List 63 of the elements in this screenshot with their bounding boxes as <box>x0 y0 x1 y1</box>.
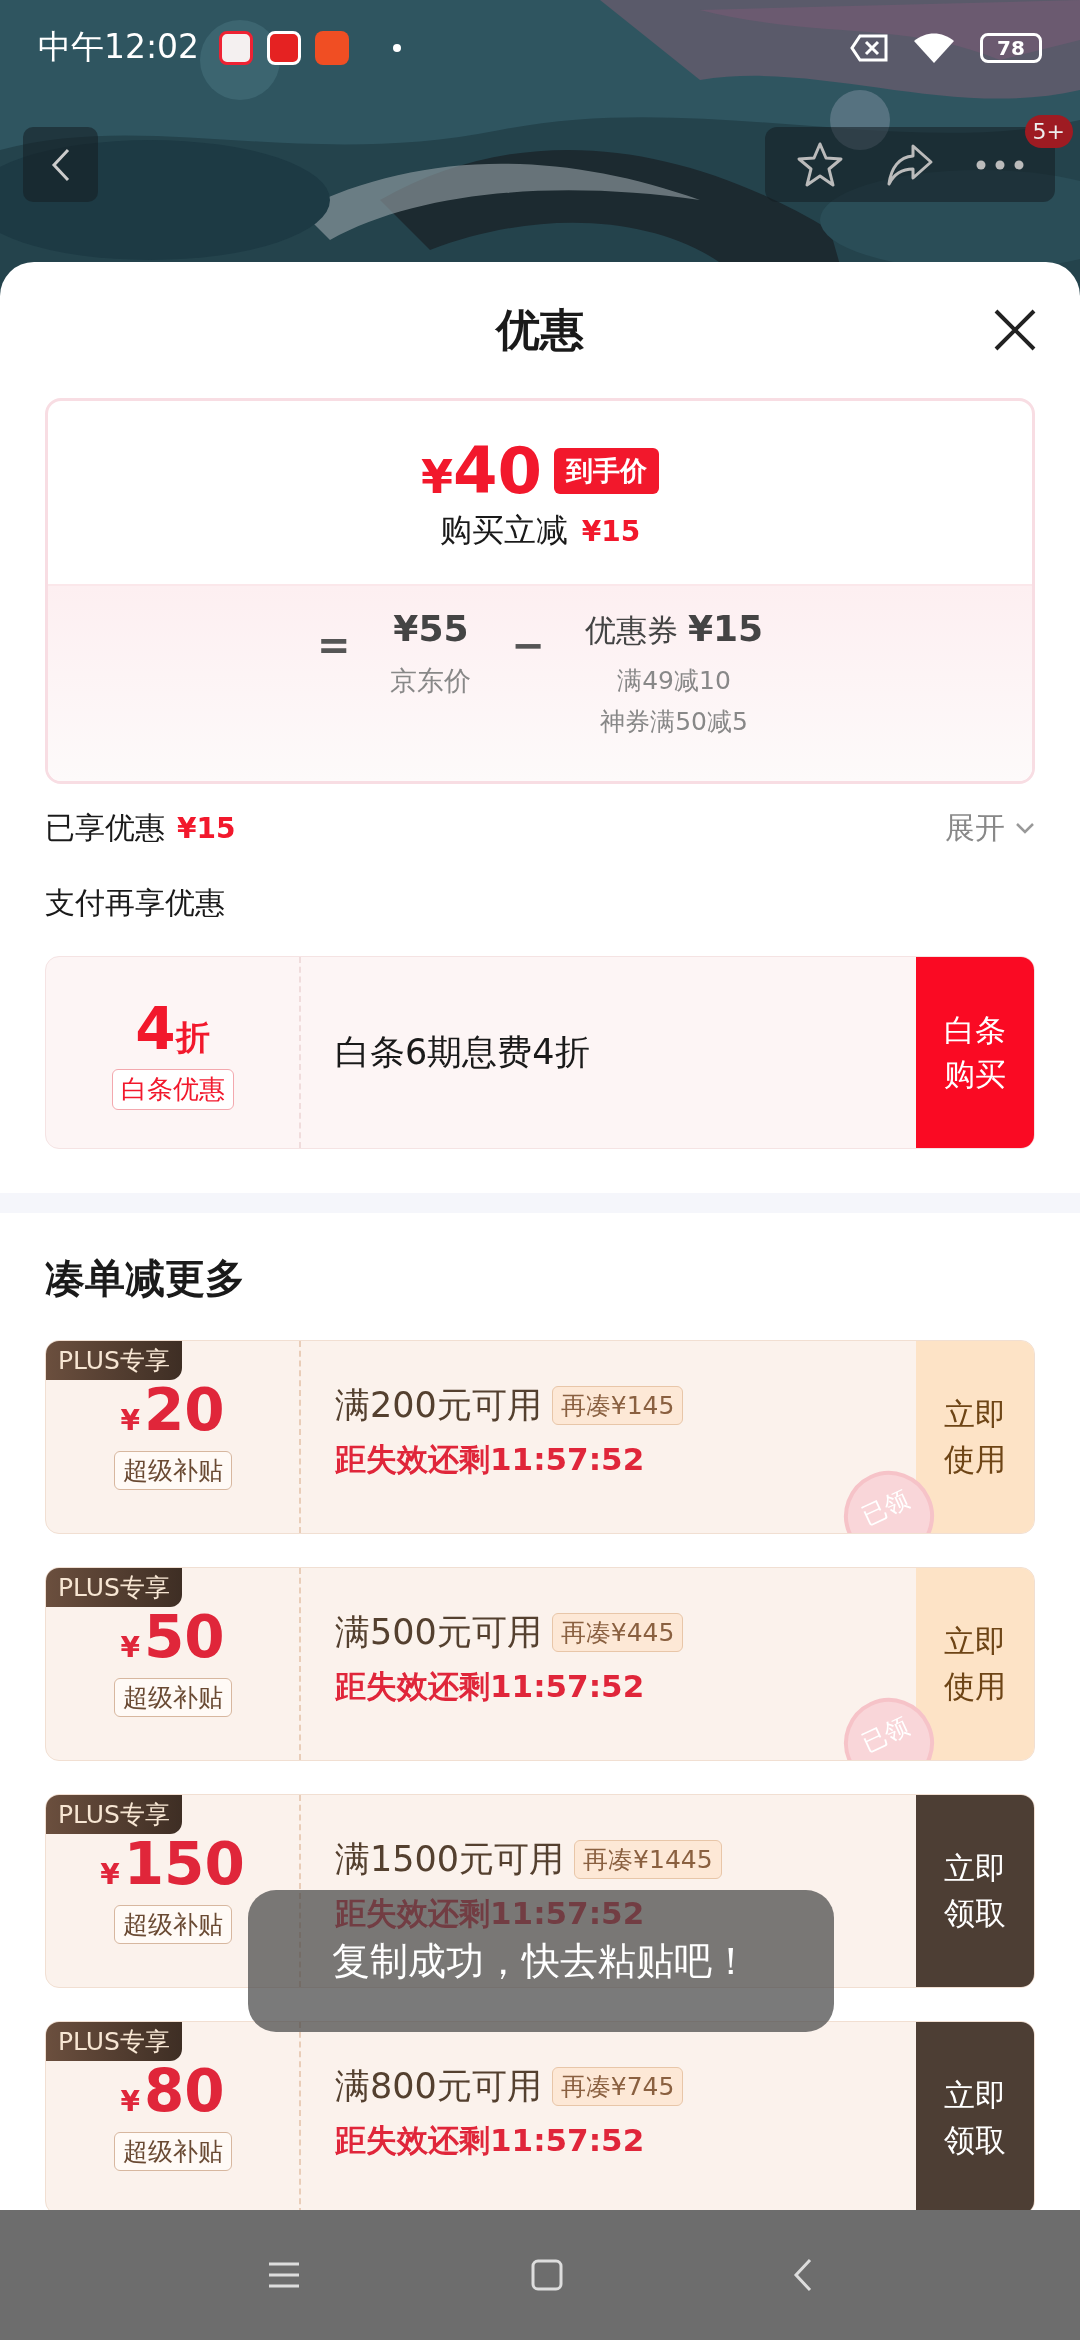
no-sim-icon <box>850 32 890 63</box>
section-title: 支付再享优惠 <box>45 884 226 922</box>
app-notification-icon <box>267 30 302 65</box>
more-icon[interactable] <box>975 158 1025 171</box>
countdown-text: 距失效还剩11:57:52 <box>335 1666 646 1706</box>
countdown-text: 距失效还剩11:57:52 <box>335 1893 646 1933</box>
plus-badge: PLUS专享 <box>46 1795 182 1834</box>
minus-sign: − <box>511 622 545 668</box>
plus-badge: PLUS专享 <box>46 2022 182 2061</box>
coupon-action-button[interactable]: 立即领取 <box>916 1795 1034 1987</box>
app-notification-icon <box>219 30 254 65</box>
coupon-condition: 满200元可用 <box>335 1383 542 1427</box>
sheet-title: 优惠 <box>496 302 584 357</box>
jd-price: ¥55 <box>393 608 469 649</box>
coupon-value: ¥20 <box>120 1379 225 1443</box>
jd-price-label: 京东价 <box>390 664 472 698</box>
final-price: ¥40 <box>420 438 543 503</box>
coupon-condition: 满1500元可用 <box>335 1837 565 1881</box>
offer-description: 白条6期息费4折 <box>334 1031 591 1074</box>
app-notification-icon <box>315 30 350 65</box>
coupon-action-button[interactable]: 立即使用 <box>916 1568 1034 1760</box>
countdown-text: 距失效还剩11:57:52 <box>335 1439 646 1479</box>
coupon-detail: 满49减10 <box>617 665 731 697</box>
enjoyed-discount-amount: ¥15 <box>177 811 236 845</box>
enjoyed-discount-label: 已享优惠 <box>45 808 165 847</box>
coupon-condition: 满500元可用 <box>335 1610 542 1654</box>
instant-discount-label: 购买立减 <box>439 509 568 551</box>
baitiao-buy-button[interactable]: 白条购买 <box>916 957 1034 1148</box>
back-icon[interactable] <box>50 146 71 183</box>
coupon-value: ¥150 <box>100 1833 245 1897</box>
equals-sign: = <box>316 622 351 668</box>
plus-badge: PLUS专享 <box>46 1341 182 1380</box>
chevron-down-icon[interactable] <box>1015 822 1035 834</box>
section-title: 凑单减更多 <box>45 1254 246 1303</box>
subsidy-tag: 超级补贴 <box>113 1904 232 1944</box>
addon-tag: 再凑¥445 <box>551 1612 684 1652</box>
home-icon[interactable] <box>531 2259 563 2291</box>
addon-tag: 再凑¥145 <box>551 1385 684 1425</box>
coupon-value: ¥50 <box>120 1606 225 1670</box>
coupon-amount: ¥15 <box>687 608 764 649</box>
subsidy-tag: 超级补贴 <box>113 1450 232 1490</box>
discount-tag: 白条优惠 <box>111 1069 234 1110</box>
final-price-tag: 到手价 <box>554 447 660 494</box>
coupon-action-button[interactable]: 立即使用 <box>916 1341 1034 1533</box>
status-time: 中午12:02 <box>38 26 200 68</box>
expand-link[interactable]: 展开 <box>945 807 1035 849</box>
instant-discount-amount: ¥15 <box>581 514 641 548</box>
addon-tag: 再凑¥1445 <box>574 1839 722 1879</box>
coupon-condition: 满800元可用 <box>335 2064 542 2108</box>
coupon-label: 优惠券 <box>584 611 678 650</box>
plus-badge: PLUS专享 <box>46 1568 182 1607</box>
notification-dot-icon <box>393 43 402 52</box>
close-icon[interactable] <box>993 308 1037 352</box>
discount-value: 4折 <box>135 995 210 1063</box>
subsidy-tag: 超级补贴 <box>113 1677 232 1717</box>
menu-icon[interactable] <box>267 2261 301 2289</box>
countdown-text: 距失效还剩11:57:52 <box>335 2120 646 2160</box>
coupon-value: ¥80 <box>120 2060 225 2124</box>
battery-icon: 78 <box>980 32 1042 63</box>
subsidy-tag: 超级补贴 <box>113 2131 232 2171</box>
back-button[interactable] <box>23 127 98 202</box>
addon-tag: 再凑¥745 <box>551 2066 684 2106</box>
coupon-detail: 神券满50减5 <box>600 706 748 738</box>
